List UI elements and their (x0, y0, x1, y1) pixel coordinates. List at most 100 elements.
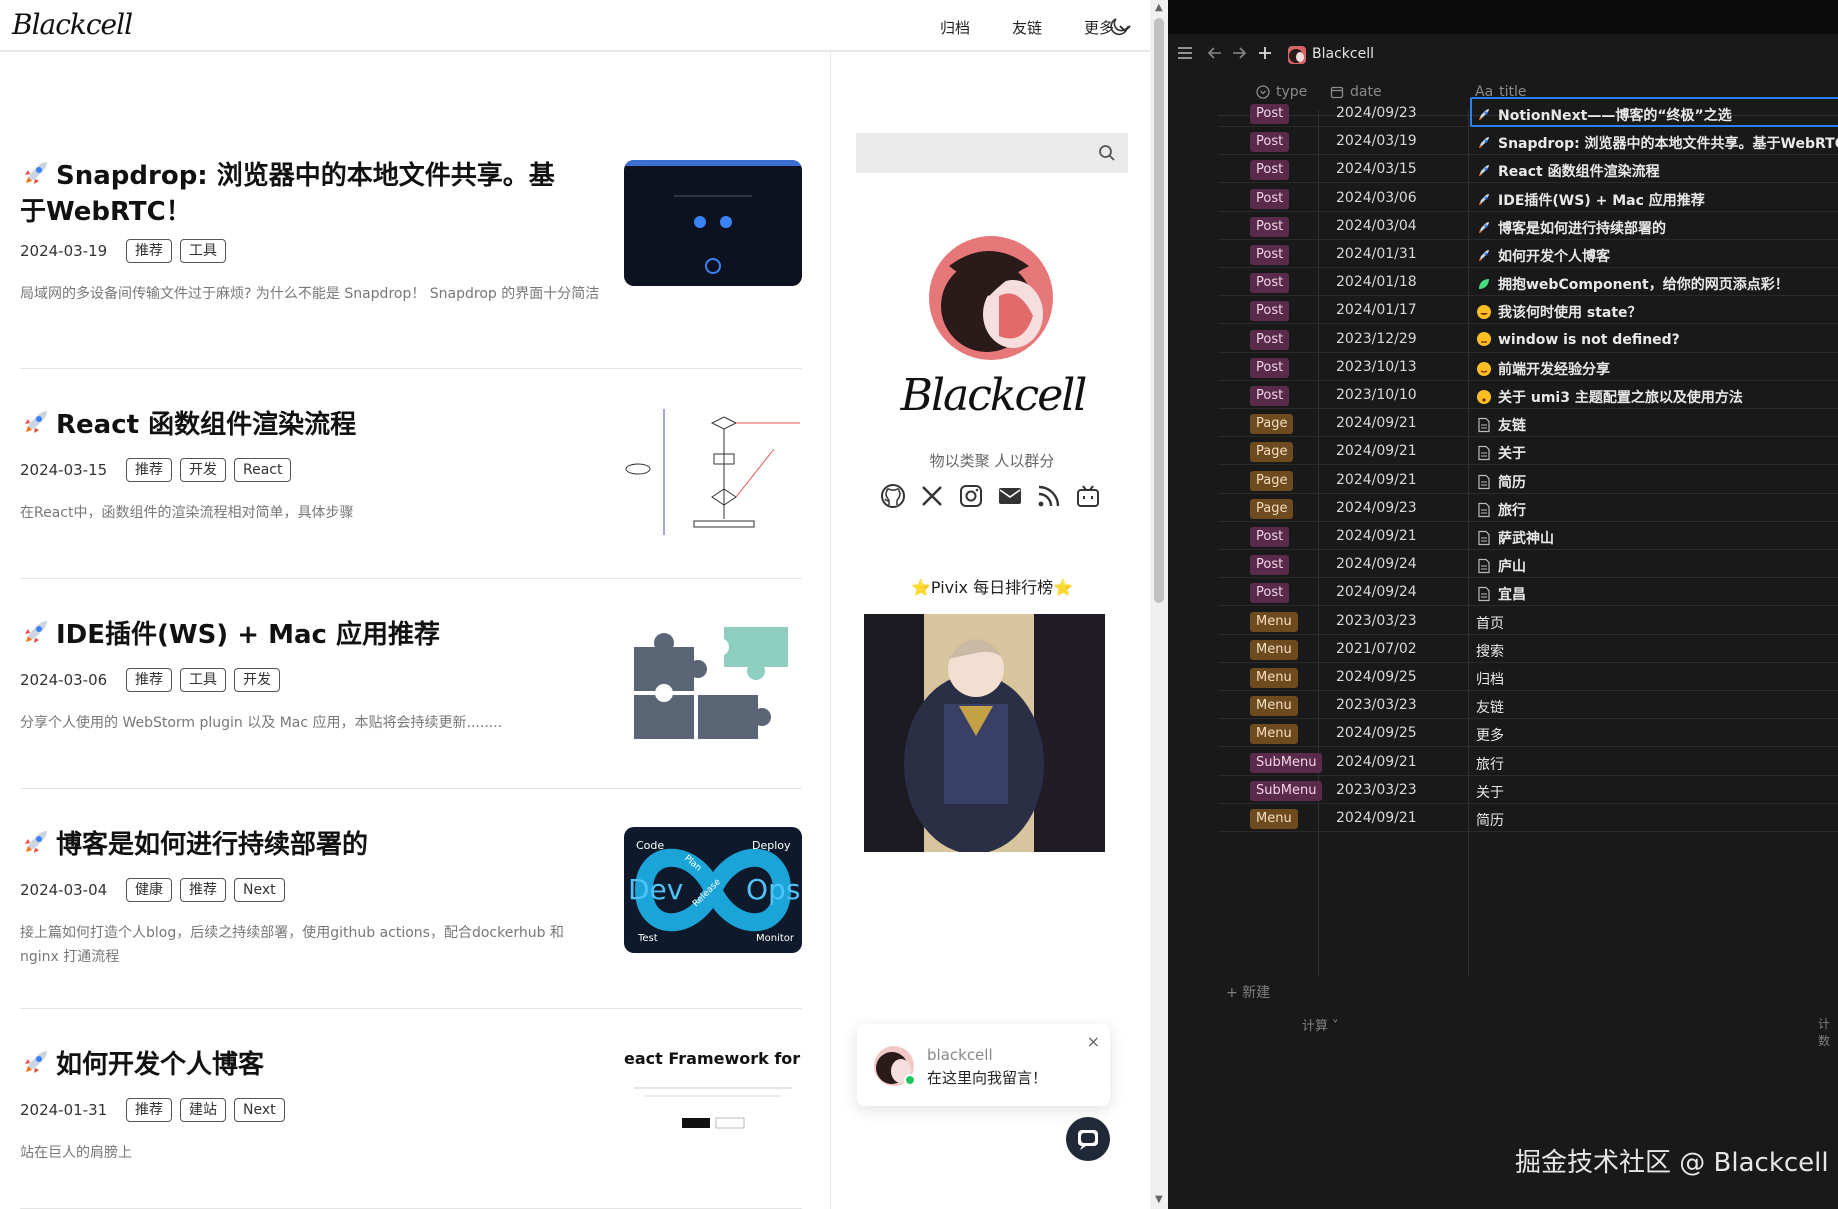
table-row[interactable]: Menu 2021/07/02 搜索 (1218, 635, 1838, 663)
row-date[interactable]: 2021/07/02 (1336, 641, 1417, 657)
calculate-dropdown[interactable]: 计算 ˅ (1302, 1015, 1339, 1034)
type-badge[interactable]: Post (1250, 216, 1290, 237)
devops-thumbnail[interactable]: Code Deploy Dev Ops Plan Release Test Mo… (624, 827, 802, 953)
tag[interactable]: 建站 (180, 1098, 226, 1122)
row-title[interactable]: 博客是如何进行持续部署的 (1476, 218, 1666, 238)
row-title[interactable]: 归档 (1476, 669, 1504, 689)
flowchart-thumbnail[interactable] (624, 409, 802, 535)
row-title[interactable]: IDE插件(WS) + Mac 应用推荐 (1476, 190, 1705, 210)
row-date[interactable]: 2023/03/23 (1336, 613, 1417, 629)
post-card[interactable]: 如何开发个人博客 2024-01-31 推荐 建站 Next 站在巨人的肩膀上 … (20, 1009, 802, 1209)
row-title[interactable]: 宜昌 (1476, 584, 1526, 604)
chat-popup[interactable]: blackcell 在这里向我留言！ × (857, 1024, 1110, 1106)
count-calculation[interactable]: 计数 (1818, 1015, 1838, 1049)
nextjs-thumbnail[interactable]: eact Framework for the (624, 1047, 802, 1173)
row-title[interactable]: 关于 (1476, 782, 1504, 802)
table-row[interactable]: Post 2024/09/24 宜昌 (1218, 578, 1838, 607)
forward-arrow-icon[interactable] (1230, 44, 1248, 62)
row-date[interactable]: 2024/09/24 (1336, 584, 1417, 600)
type-badge[interactable]: Menu (1250, 696, 1298, 717)
back-arrow-icon[interactable] (1206, 44, 1224, 62)
row-title[interactable]: 友链 (1476, 697, 1504, 717)
tag[interactable]: 推荐 (126, 458, 172, 482)
row-date[interactable]: 2023/10/13 (1336, 359, 1417, 375)
type-badge[interactable]: Post (1250, 301, 1290, 322)
type-badge[interactable]: SubMenu (1250, 752, 1323, 773)
table-row[interactable]: Menu 2023/03/23 首页 (1218, 607, 1838, 635)
post-card[interactable]: 博客是如何进行持续部署的 2024-03-04 健康 推荐 Next 接上篇如何… (20, 789, 802, 1009)
chat-launcher-button[interactable] (1066, 1117, 1110, 1161)
row-title[interactable]: 更多 (1476, 725, 1504, 745)
post-title[interactable]: IDE插件(WS) + Mac 应用推荐 (20, 617, 580, 653)
bilibili-icon[interactable] (1075, 483, 1101, 509)
post-card[interactable]: Snapdrop: 浏览器中的本地文件共享。基于WebRTC！ 2024-03-… (20, 104, 802, 369)
snapdrop-thumbnail[interactable] (624, 160, 802, 286)
table-row[interactable]: Post 2023/10/10 关于 umi3 主题配置之旅以及使用方法 (1218, 381, 1838, 409)
row-title[interactable]: React 函数组件渲染流程 (1476, 161, 1660, 181)
row-title[interactable]: 友链 (1476, 415, 1526, 435)
table-row[interactable]: Menu 2023/03/23 友链 (1218, 691, 1838, 720)
post-title[interactable]: React 函数组件渲染流程 (20, 407, 580, 443)
row-date[interactable]: 2024/03/19 (1336, 133, 1417, 149)
row-date[interactable]: 2024/09/24 (1336, 556, 1417, 572)
tag[interactable]: 健康 (126, 878, 172, 902)
scroll-down-arrow[interactable]: ▼ (1155, 1194, 1163, 1205)
instagram-icon[interactable] (958, 483, 984, 509)
puzzle-thumbnail[interactable] (624, 619, 802, 745)
add-icon[interactable] (1256, 44, 1274, 62)
type-badge[interactable]: Post (1250, 104, 1290, 124)
type-badge[interactable]: Post (1250, 160, 1290, 181)
new-row-button[interactable]: + 新建 (1226, 982, 1270, 1002)
row-title[interactable]: 简历 (1476, 810, 1504, 830)
row-date[interactable]: 2024/09/21 (1336, 810, 1417, 826)
workspace-name[interactable]: Blackcell (1312, 46, 1374, 62)
tag[interactable]: Next (234, 878, 285, 902)
close-icon[interactable]: × (1087, 1032, 1100, 1051)
row-date[interactable]: 2024/01/31 (1336, 246, 1417, 262)
post-card[interactable]: React 函数组件渲染流程 2024-03-15 推荐 开发 React 在R… (20, 369, 802, 579)
row-title[interactable]: 拥抱webComponent，给你的网页添点彩！ (1476, 274, 1789, 294)
row-date[interactable]: 2023/10/10 (1336, 387, 1417, 403)
x-icon[interactable] (919, 483, 945, 509)
table-row[interactable]: Menu 2024/09/21 简历 (1218, 804, 1838, 832)
table-row[interactable]: Post 2024/03/15 React 函数组件渲染流程 (1218, 155, 1838, 184)
row-title[interactable]: 庐山 (1476, 556, 1526, 576)
post-title[interactable]: 如何开发个人博客 (20, 1047, 580, 1083)
pivix-ranking-image[interactable] (864, 614, 1105, 852)
table-row[interactable]: Page 2024/09/23 旅行 (1218, 494, 1838, 522)
table-row[interactable]: SubMenu 2023/03/23 关于 (1218, 776, 1838, 804)
table-row[interactable]: Post 2024/09/24 庐山 (1218, 550, 1838, 579)
table-row[interactable]: Menu 2024/09/25 更多 (1218, 719, 1838, 748)
row-title[interactable]: 首页 (1476, 613, 1504, 633)
type-badge[interactable]: Menu (1250, 668, 1298, 688)
row-title[interactable]: 前端开发经验分享 (1476, 359, 1610, 379)
row-date[interactable]: 2023/03/23 (1336, 782, 1417, 798)
post-title[interactable]: 博客是如何进行持续部署的 (20, 827, 580, 863)
type-badge[interactable]: SubMenu (1250, 780, 1323, 801)
type-badge[interactable]: Page (1250, 442, 1294, 463)
table-row[interactable]: Page 2024/09/21 简历 (1218, 466, 1838, 494)
table-row[interactable]: Menu 2024/09/25 归档 (1218, 663, 1838, 691)
type-badge[interactable]: Menu (1250, 724, 1298, 745)
type-badge[interactable]: Menu (1250, 611, 1298, 632)
search-icon[interactable] (1098, 144, 1116, 162)
type-badge[interactable]: Menu (1250, 639, 1298, 660)
scrollbar-thumb[interactable] (1154, 18, 1164, 603)
post-card[interactable]: IDE插件(WS) + Mac 应用推荐 2024-03-06 推荐 工具 开发… (20, 579, 802, 789)
table-row[interactable]: Post 2024/03/19 Snapdrop: 浏览器中的本地文件共享。基于We… (1218, 127, 1838, 156)
moon-icon[interactable] (1110, 16, 1130, 36)
tag[interactable]: React (234, 458, 292, 482)
tag[interactable]: 开发 (234, 668, 280, 692)
row-title[interactable]: 关于 (1476, 443, 1526, 463)
menu-icon[interactable] (1176, 44, 1194, 62)
table-row[interactable]: Page 2024/09/21 关于 (1218, 437, 1838, 466)
table-row[interactable]: Post 2024/03/04 博客是如何进行持续部署的 (1218, 212, 1838, 240)
type-badge[interactable]: Post (1250, 132, 1290, 153)
table-row[interactable]: Post 2024/01/17 我该何时使用 state？ (1218, 296, 1838, 325)
column-header-date[interactable]: date (1330, 84, 1382, 100)
row-title[interactable]: 关于 umi3 主题配置之旅以及使用方法 (1476, 387, 1743, 407)
type-badge[interactable]: Post (1250, 357, 1290, 378)
row-date[interactable]: 2024/09/23 (1336, 105, 1417, 121)
type-badge[interactable]: Post (1250, 329, 1290, 350)
row-date[interactable]: 2024/09/21 (1336, 754, 1417, 770)
